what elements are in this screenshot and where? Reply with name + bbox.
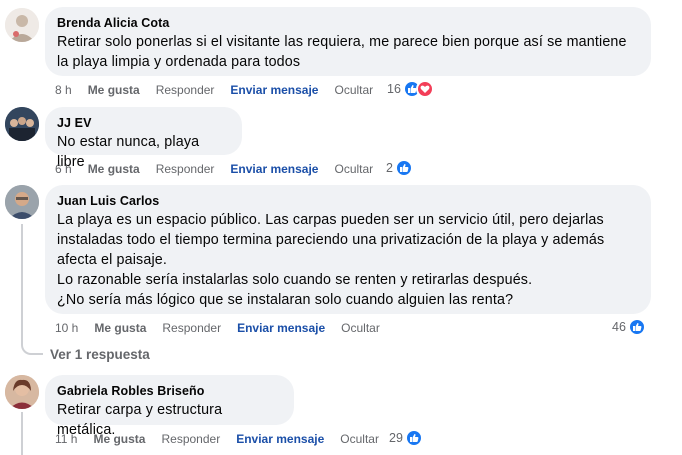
- like-button[interactable]: Me gusta: [88, 83, 140, 97]
- avatar-image-icon: [5, 8, 39, 42]
- heart-icon: [415, 80, 434, 98]
- timestamp[interactable]: 10 h: [55, 321, 78, 335]
- hide-button[interactable]: Ocultar: [341, 321, 380, 335]
- comment-actions: 8 h Me gusta Responder Enviar mensaje Oc…: [55, 82, 389, 98]
- reactions-summary[interactable]: 16: [387, 80, 434, 98]
- reply-button[interactable]: Responder: [156, 162, 215, 176]
- timestamp[interactable]: 11 h: [55, 432, 77, 446]
- comment-author[interactable]: Brenda Alicia Cota: [57, 15, 639, 31]
- hide-button[interactable]: Ocultar: [334, 83, 373, 97]
- reply-button[interactable]: Responder: [162, 321, 221, 335]
- send-message-button[interactable]: Enviar mensaje: [230, 83, 318, 97]
- reaction-count: 16: [387, 82, 401, 96]
- reply-connector: [21, 335, 43, 355]
- like-button[interactable]: Me gusta: [93, 432, 145, 446]
- thread-line: [21, 224, 23, 336]
- send-message-button[interactable]: Enviar mensaje: [230, 162, 318, 176]
- hide-button[interactable]: Ocultar: [340, 432, 379, 446]
- avatar-image-icon: [5, 185, 39, 219]
- thumbs-up-icon: [627, 318, 646, 336]
- reply-button[interactable]: Responder: [161, 432, 220, 446]
- reply-button[interactable]: Responder: [156, 83, 215, 97]
- avatar-image-icon: [5, 107, 39, 141]
- comment-bubble: Juan Luis Carlos La playa es un espacio …: [45, 185, 651, 314]
- thread-line: [21, 412, 23, 455]
- avatar[interactable]: [5, 107, 39, 141]
- thumbs-up-icon: [394, 159, 413, 177]
- timestamp[interactable]: 8 h: [55, 83, 72, 97]
- comment-author[interactable]: Juan Luis Carlos: [57, 193, 639, 209]
- comment-author[interactable]: Gabriela Robles Briseño: [57, 383, 282, 399]
- reactions-summary[interactable]: 2: [386, 159, 413, 177]
- comment-bubble: Gabriela Robles Briseño Retirar carpa y …: [45, 375, 294, 438]
- view-replies-link[interactable]: Ver 1 respuesta: [50, 347, 150, 362]
- thumbs-up-icon: [404, 429, 423, 447]
- comment-actions: 11 h Me gusta Responder Enviar mensaje O…: [55, 431, 395, 447]
- comment-bubble: JJ EV No estar nunca, playa libre: [45, 107, 242, 170]
- comment-bubble: Brenda Alicia Cota Retirar solo ponerlas…: [45, 7, 651, 76]
- reaction-count: 2: [386, 161, 393, 175]
- reactions-summary[interactable]: 29: [389, 429, 423, 447]
- avatar[interactable]: [5, 8, 39, 42]
- avatar-image-icon: [5, 375, 39, 409]
- like-button[interactable]: Me gusta: [94, 321, 146, 335]
- comment-text: La playa es un espacio público. Las carp…: [57, 212, 605, 308]
- hide-button[interactable]: Ocultar: [334, 162, 373, 176]
- timestamp[interactable]: 6 h: [55, 162, 72, 176]
- reactions-summary[interactable]: 46: [612, 318, 646, 336]
- send-message-button[interactable]: Enviar mensaje: [237, 321, 325, 335]
- reaction-count: 29: [389, 431, 403, 445]
- avatar[interactable]: [5, 375, 39, 409]
- send-message-button[interactable]: Enviar mensaje: [236, 432, 324, 446]
- comment-actions: 10 h Me gusta Responder Enviar mensaje O…: [55, 320, 396, 336]
- comment-actions: 6 h Me gusta Responder Enviar mensaje Oc…: [55, 161, 389, 177]
- avatar[interactable]: [5, 185, 39, 219]
- comment-author[interactable]: JJ EV: [57, 115, 230, 131]
- reaction-count: 46: [612, 320, 626, 334]
- like-button[interactable]: Me gusta: [88, 162, 140, 176]
- comment-text: Retirar solo ponerlas si el visitante la…: [57, 34, 627, 70]
